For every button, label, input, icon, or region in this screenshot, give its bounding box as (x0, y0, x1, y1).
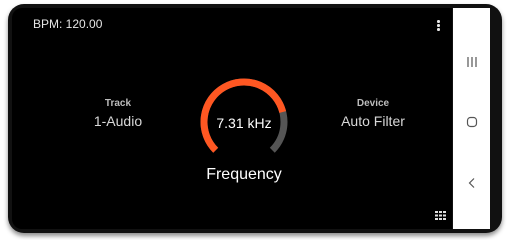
track-title: Track (104, 98, 132, 109)
back-icon[interactable] (453, 163, 490, 203)
device-title: Device (356, 98, 390, 109)
phone-frame: BPM: 120.00 Track 1-Audio Device Auto Fi… (8, 4, 502, 233)
device-value: Auto Filter (341, 113, 405, 129)
system-nav-bar (453, 8, 490, 229)
home-icon[interactable] (453, 102, 490, 142)
parameter-name: Frequency (206, 166, 282, 183)
grid-view-icon[interactable] (435, 211, 446, 220)
knob-value-text: 7.31 kHz (216, 115, 272, 131)
track-value: 1-Audio (93, 113, 143, 129)
kebab-menu-icon[interactable] (435, 18, 441, 32)
app-screen: BPM: 120.00 Track 1-Audio Device Auto Fi… (12, 8, 452, 229)
bpm-label: BPM: 120.00 (33, 17, 103, 31)
recent-apps-icon[interactable] (453, 42, 490, 82)
